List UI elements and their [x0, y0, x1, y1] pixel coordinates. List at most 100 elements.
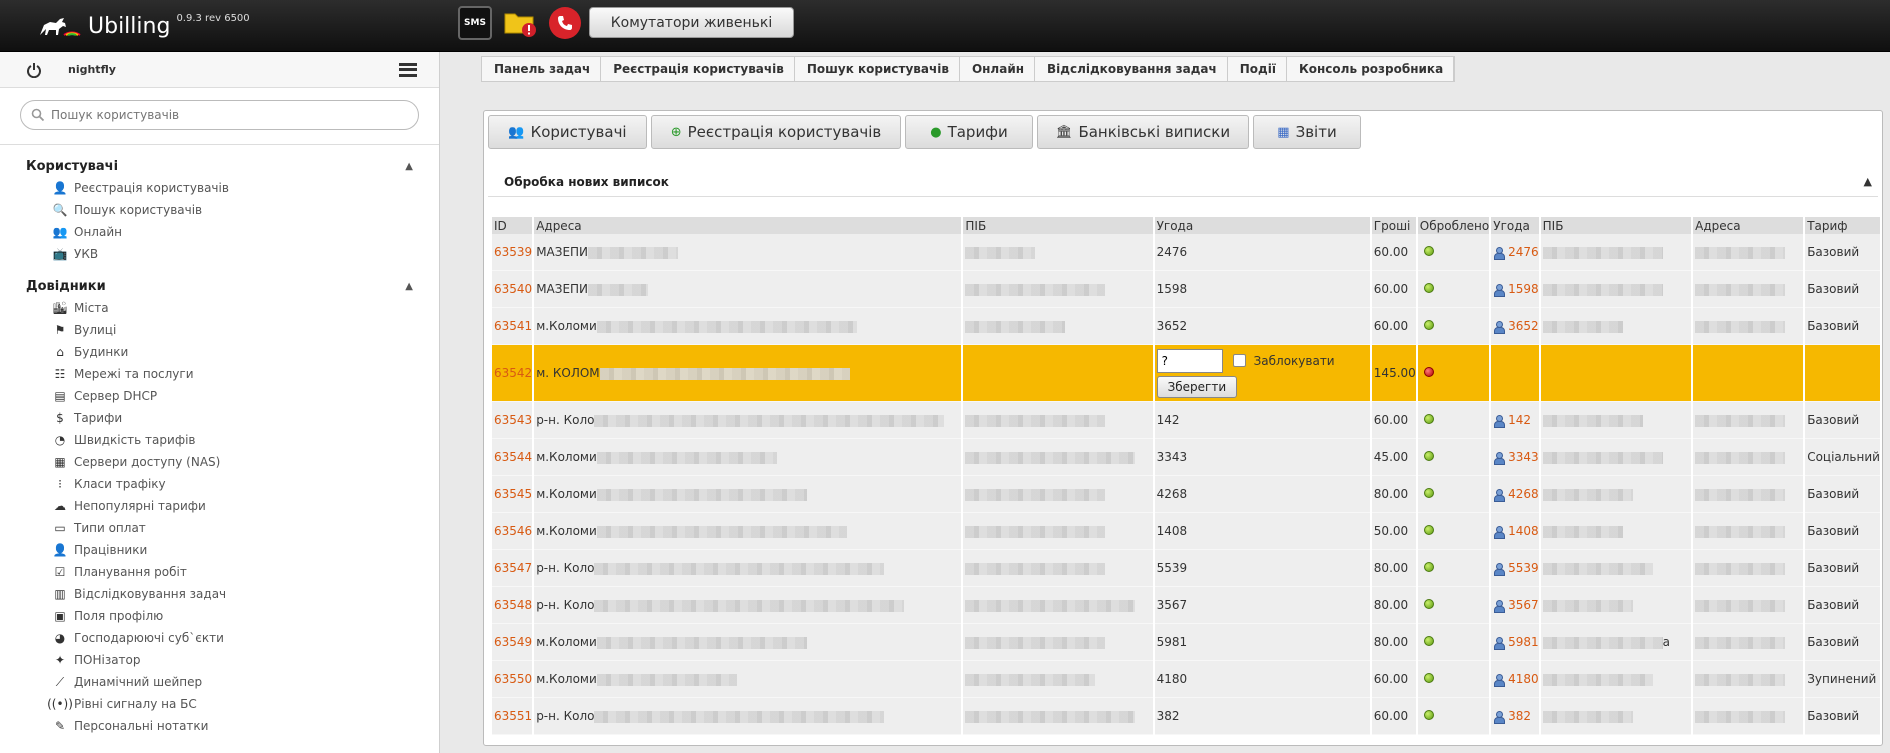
user-icon[interactable]	[1493, 710, 1506, 724]
statement-id-link[interactable]: 63550	[494, 672, 532, 686]
user-icon[interactable]	[1493, 562, 1506, 576]
sidebar-item-dynamic-shaper[interactable]: ⟋ Динамічний шейпер	[0, 671, 439, 693]
user-icon[interactable]	[1493, 599, 1506, 613]
breadcrumb-events[interactable]: Події	[1228, 57, 1287, 81]
user-icon[interactable]	[1493, 414, 1506, 428]
user-contract-link[interactable]: 3652	[1508, 319, 1539, 333]
col-header-processed[interactable]: Оброблено	[1417, 217, 1490, 234]
user-icon[interactable]	[1493, 525, 1506, 539]
sms-icon[interactable]: SMS	[458, 6, 492, 40]
lock-checkbox[interactable]	[1232, 354, 1246, 367]
tab-user-registration[interactable]: ⊕ Реєстрація користувачів	[651, 115, 901, 149]
col-header-money[interactable]: Гроші	[1371, 217, 1416, 234]
sidebar-item-nas[interactable]: ▦ Сервери доступу (NAS)	[0, 451, 439, 473]
folder-alert-icon[interactable]	[503, 6, 537, 40]
col-header-id[interactable]: ID	[492, 217, 533, 234]
breadcrumb-task-panel[interactable]: Панель задач	[482, 57, 602, 81]
statement-id-link[interactable]: 63545	[494, 487, 532, 501]
sidebar-item-task-tracking[interactable]: ▥ Відслідковування задач	[0, 583, 439, 605]
collapse-arrow-icon[interactable]: ▲	[405, 281, 413, 292]
sidebar-item-personal-notes[interactable]: ✎ Персональні нотатки	[0, 715, 439, 737]
tab-bank-statements[interactable]: 🏛 Банківські виписки	[1037, 115, 1249, 149]
statement-id-link[interactable]: 63547	[494, 561, 532, 575]
user-contract-link[interactable]: 1598	[1508, 282, 1539, 296]
switches-alive-button[interactable]: Комутатори живенькі	[589, 7, 794, 38]
user-contract-link[interactable]: 142	[1508, 413, 1531, 427]
statement-id-link[interactable]: 63546	[494, 524, 532, 538]
user-contract-link[interactable]: 5539	[1508, 561, 1539, 575]
user-icon[interactable]	[1493, 673, 1506, 687]
col-header-user-name[interactable]: ПІБ	[1540, 217, 1692, 234]
breadcrumb-task-tracking[interactable]: Відслідковування задач	[1035, 57, 1228, 81]
sidebar-item-payment-types[interactable]: ▭ Типи оплат	[0, 517, 439, 539]
collapse-arrow-icon[interactable]: ▲	[405, 161, 413, 172]
section-header[interactable]: Обробка нових виписок ▲	[488, 167, 1878, 197]
user-contract-link[interactable]: 2476	[1508, 245, 1539, 259]
sidebar-section-users[interactable]: Користувачі ▲	[0, 155, 439, 177]
user-contract-link[interactable]: 4180	[1508, 672, 1539, 686]
statement-id-link[interactable]: 63548	[494, 598, 532, 612]
app-logo[interactable]: Ubilling 0.9.3 rev 6500	[36, 8, 250, 44]
user-contract-link[interactable]: 1408	[1508, 524, 1539, 538]
user-contract-link[interactable]: 3343	[1508, 450, 1539, 464]
breadcrumb-online[interactable]: Онлайн	[960, 57, 1036, 81]
collapse-arrow-icon[interactable]: ▲	[1864, 175, 1872, 188]
sidebar-item-dhcp[interactable]: ▤ Сервер DHCP	[0, 385, 439, 407]
sidebar-item-user-search[interactable]: 🔍 Пошук користувачів	[0, 199, 439, 221]
sidebar-item-streets[interactable]: ⚑ Вулиці	[0, 319, 439, 341]
power-icon[interactable]	[26, 62, 42, 78]
col-header-user-address[interactable]: Адреса	[1693, 217, 1804, 234]
sidebar-item-ukv[interactable]: 📺 УКВ	[0, 243, 439, 265]
sidebar-item-online[interactable]: 👥 Онлайн	[0, 221, 439, 243]
tab-reports[interactable]: ▦ Звіти	[1253, 115, 1361, 149]
breadcrumb-user-registration[interactable]: Реєстрація користувачів	[601, 57, 795, 81]
col-header-name[interactable]: ПІБ	[963, 217, 1153, 234]
sidebar-item-unpopular-tariffs[interactable]: ☁ Непопулярні тарифи	[0, 495, 439, 517]
col-header-address[interactable]: Адреса	[534, 217, 962, 234]
phone-icon[interactable]	[549, 7, 581, 39]
user-icon[interactable]	[1493, 451, 1506, 465]
breadcrumb-dev-console[interactable]: Консоль розробника	[1287, 57, 1455, 81]
user-contract-link[interactable]: 4268	[1508, 487, 1539, 501]
statement-id-link[interactable]: 63549	[494, 635, 532, 649]
col-header-contract[interactable]: Угода	[1154, 217, 1370, 234]
sidebar-item-buildings[interactable]: ⌂ Будинки	[0, 341, 439, 363]
col-header-tariff[interactable]: Тариф	[1805, 217, 1880, 234]
user-search-box[interactable]	[20, 100, 419, 130]
user-icon[interactable]	[1493, 488, 1506, 502]
sidebar-item-ponizator[interactable]: ✦ ПОНізатор	[0, 649, 439, 671]
statement-id-link[interactable]: 63542	[494, 366, 532, 380]
user-contract-link[interactable]: 5981	[1508, 635, 1539, 649]
breadcrumb-user-search[interactable]: Пошук користувачів	[795, 57, 960, 81]
sidebar-item-work-planning[interactable]: ☑ Планування робіт	[0, 561, 439, 583]
sidebar-item-signal-levels[interactable]: ((•)) Рівні сигналу на БС	[0, 693, 439, 715]
user-icon[interactable]	[1493, 320, 1506, 334]
sidebar-item-employees[interactable]: 👤 Працівники	[0, 539, 439, 561]
user-icon[interactable]	[1493, 636, 1506, 650]
user-search-input[interactable]	[51, 108, 391, 122]
sidebar-section-directories[interactable]: Довідники ▲	[0, 275, 439, 297]
statement-id-link[interactable]: 63540	[494, 282, 532, 296]
sidebar-item-user-registration[interactable]: 👤 Реєстрація користувачів	[0, 177, 439, 199]
menu-toggle-icon[interactable]	[399, 62, 417, 77]
statement-id-link[interactable]: 63541	[494, 319, 532, 333]
tab-users[interactable]: 👥 Користувачі	[488, 115, 647, 149]
tab-tariffs[interactable]: ● Тарифи	[905, 115, 1033, 149]
contract-input[interactable]	[1156, 348, 1223, 373]
user-contract-link[interactable]: 3567	[1508, 598, 1539, 612]
user-icon[interactable]	[1493, 246, 1506, 260]
sidebar-item-tariff-speed[interactable]: ◔ Швидкість тарифів	[0, 429, 439, 451]
sidebar-item-cities[interactable]: 🏙 Міста	[0, 297, 439, 319]
statement-id-link[interactable]: 63551	[494, 709, 532, 723]
sidebar-item-business-entities[interactable]: ◕ Господарюючі суб`єкти	[0, 627, 439, 649]
statement-id-link[interactable]: 63543	[494, 413, 532, 427]
statement-id-link[interactable]: 63539	[494, 245, 532, 259]
sidebar-item-traffic-classes[interactable]: ⁝ Класи трафіку	[0, 473, 439, 495]
save-button[interactable]: Зберегти	[1156, 375, 1238, 398]
sidebar-item-tariffs[interactable]: $ Тарифи	[0, 407, 439, 429]
user-icon[interactable]	[1493, 283, 1506, 297]
sidebar-item-networks[interactable]: ☷ Мережі та послуги	[0, 363, 439, 385]
sidebar-item-profile-fields[interactable]: ▣ Поля профілю	[0, 605, 439, 627]
col-header-user-contract[interactable]: Угода	[1491, 217, 1539, 234]
user-contract-link[interactable]: 382	[1508, 709, 1531, 723]
